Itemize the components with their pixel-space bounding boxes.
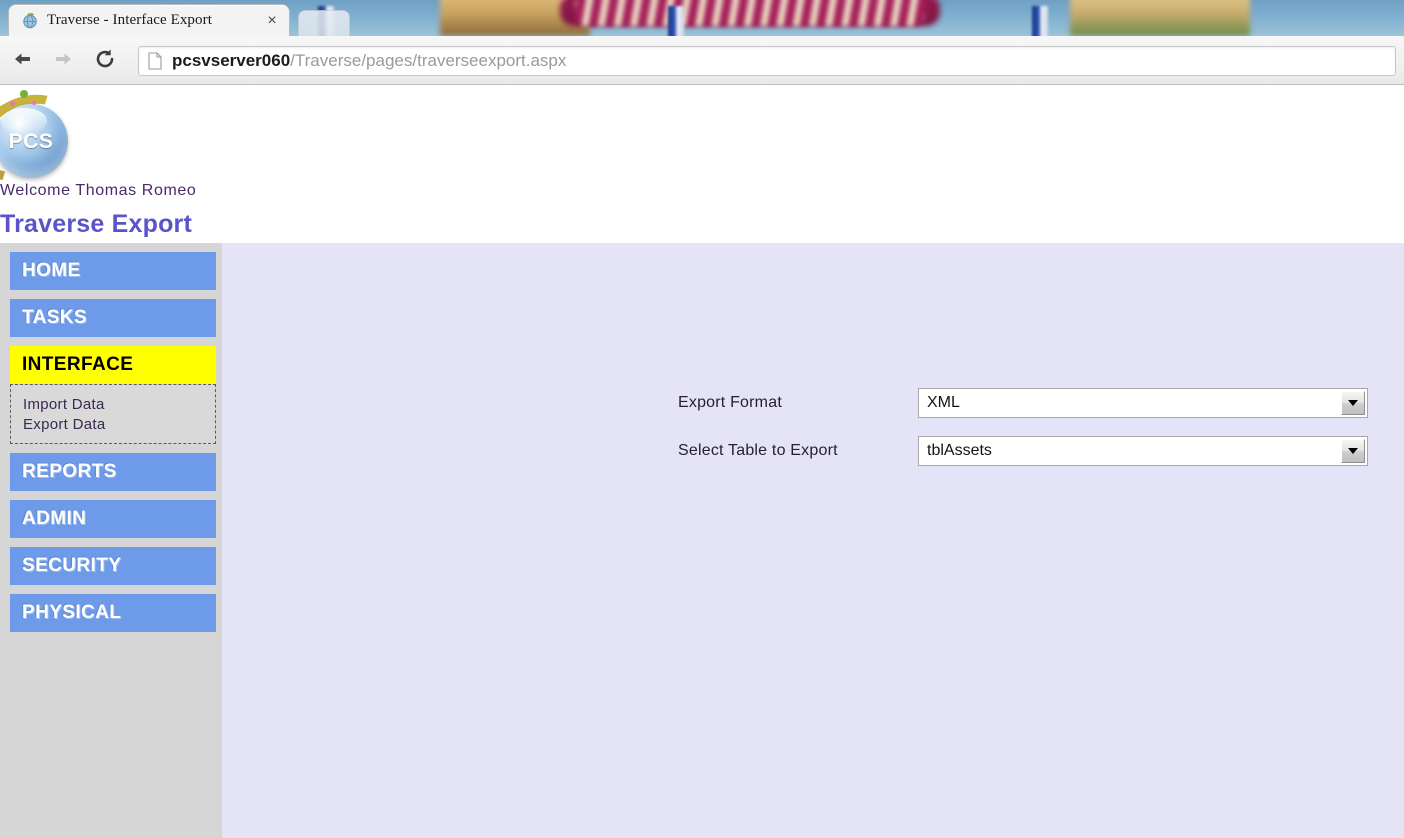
tab-close-icon[interactable]: × [263,12,281,30]
select-table-row: Select Table to Export tblAssets [678,436,1368,466]
url-host: pcsvserver060 [172,51,291,70]
logo-dot-pink [32,101,36,105]
logo-dot-pink [10,101,15,106]
export-format-row: Export Format XML [678,388,1368,418]
reload-button[interactable] [90,46,120,76]
sidebar-item-label: HOME [22,260,81,281]
sidebar-item-label: PHYSICAL [22,602,122,623]
reload-icon [94,48,116,75]
sidebar-item-home[interactable]: HOME [10,252,216,290]
sidebar-item-label: REPORTS [22,461,117,482]
export-format-select[interactable]: XML [918,388,1368,418]
sidebar-item-reports[interactable]: REPORTS [10,453,216,491]
export-format-value: XML [927,394,960,411]
submenu-item-import-data[interactable]: Import Data [23,395,215,415]
select-table-label: Select Table to Export [678,442,838,459]
new-tab-button[interactable] [298,10,350,36]
sidebar-nav: HOME TASKS INTERFACE Import Data Export … [0,243,222,838]
back-button[interactable] [8,46,38,76]
tab-title: Traverse - Interface Export [47,12,212,28]
address-bar[interactable]: pcsvserver060/Traverse/pages/traverseexp… [138,46,1396,76]
web-page: PCS Welcome Thomas Romeo Traverse Export… [0,86,1404,838]
chevron-down-icon[interactable] [1341,439,1365,463]
forward-button[interactable] [48,46,78,76]
sidebar-item-label: INTERFACE [22,354,134,375]
browser-tab[interactable]: Traverse - Interface Export × [8,4,290,36]
page-title: Traverse Export [0,210,192,238]
forward-arrow-icon [52,50,74,73]
select-table-select[interactable]: tblAssets [918,436,1368,466]
logo-dot-green [20,90,28,98]
page-header: PCS Welcome Thomas Romeo Traverse Export [0,86,1404,243]
main-content: Export Format XML Select Table to Export… [222,243,1404,838]
export-format-label: Export Format [678,394,782,411]
sidebar-item-interface[interactable]: INTERFACE [10,346,216,384]
browser-toolbar: pcsvserver060/Traverse/pages/traverseexp… [0,36,1404,85]
globe-favicon [21,12,39,30]
sidebar-item-security[interactable]: SECURITY [10,547,216,585]
sidebar-item-label: ADMIN [22,508,87,529]
welcome-message: Welcome Thomas Romeo [0,182,197,199]
sidebar-item-label: TASKS [22,307,87,328]
page-document-icon [147,52,163,70]
submenu-item-export-data[interactable]: Export Data [23,415,215,435]
sidebar-item-admin[interactable]: ADMIN [10,500,216,538]
sidebar-item-tasks[interactable]: TASKS [10,299,216,337]
pcs-sphere-logo: PCS [0,86,94,199]
sidebar-item-physical[interactable]: PHYSICAL [10,594,216,632]
sidebar-item-label: SECURITY [22,555,122,576]
url-path: /Traverse/pages/traverseexport.aspx [290,51,567,70]
logo-text: PCS [8,130,54,153]
address-bar-url: pcsvserver060/Traverse/pages/traverseexp… [172,51,566,71]
select-table-value: tblAssets [927,442,992,459]
chevron-down-icon[interactable] [1341,391,1365,415]
browser-window: Traverse - Interface Export × pcsvserver… [0,0,1404,838]
tab-bar: Traverse - Interface Export × [0,0,1404,36]
back-arrow-icon [12,50,34,73]
sidebar-submenu-interface: Import Data Export Data [10,384,216,444]
